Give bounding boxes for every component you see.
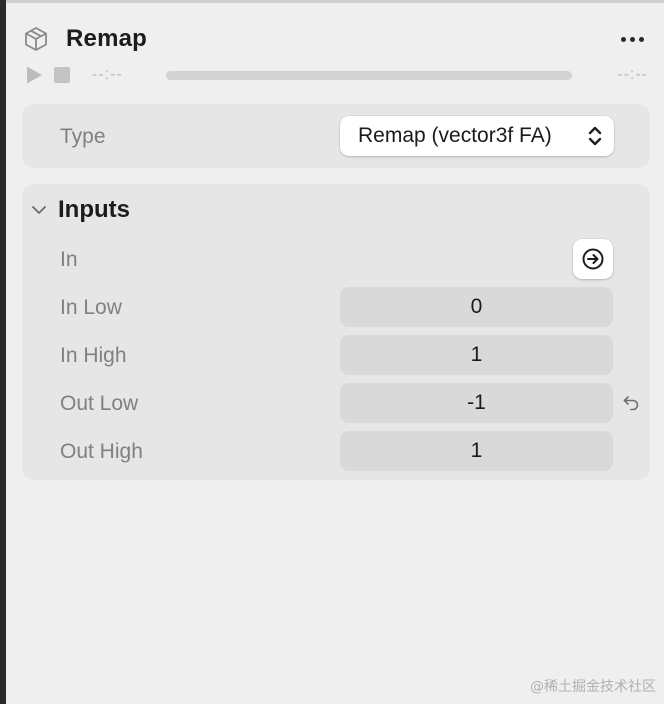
inputs-disclosure[interactable]: Inputs xyxy=(30,194,130,226)
param-row-in: In xyxy=(22,239,650,279)
time-start: --:-- xyxy=(92,66,123,83)
param-label: In High xyxy=(60,344,127,367)
param-row-out-high: Out High 1 xyxy=(22,431,650,471)
chevron-down-icon xyxy=(32,206,46,214)
in-high-field[interactable]: 1 xyxy=(340,335,613,375)
type-section: Type Remap (vector3f FA) xyxy=(22,104,650,168)
out-low-field[interactable]: -1 xyxy=(340,383,613,423)
param-label: Out Low xyxy=(60,392,139,415)
param-label: In Low xyxy=(60,296,122,319)
param-row-in-high: In High 1 xyxy=(22,335,650,375)
type-select-value: Remap (vector3f FA) xyxy=(358,124,552,147)
param-row-in-low: In Low 0 xyxy=(22,287,650,327)
inputs-title: Inputs xyxy=(58,196,130,223)
param-label: Out High xyxy=(60,440,143,463)
time-end: --:-- xyxy=(617,66,648,83)
type-label: Type xyxy=(60,125,106,148)
more-options-button[interactable] xyxy=(616,27,648,51)
ellipsis-icon xyxy=(620,36,626,42)
ellipsis-dot xyxy=(629,36,635,42)
play-icon[interactable] xyxy=(24,65,44,85)
type-select[interactable]: Remap (vector3f FA) xyxy=(340,116,614,156)
out-high-field[interactable]: 1 xyxy=(340,431,613,471)
arrow-right-circle-icon xyxy=(582,248,604,270)
stop-icon[interactable] xyxy=(54,67,70,83)
chevron-updown-icon xyxy=(588,126,602,146)
inspector-panel: Remap --:-- --:-- Type Remap (vector3f F… xyxy=(6,3,664,704)
connect-input-button[interactable] xyxy=(573,239,613,279)
inputs-section: Inputs In In Low 0 In High 1 Out Low -1 … xyxy=(22,184,650,480)
node-title: Remap xyxy=(66,25,148,52)
cube-icon xyxy=(25,27,47,51)
ellipsis-dot xyxy=(638,36,644,42)
playback-scrubber[interactable] xyxy=(166,70,572,80)
playback-bar: --:-- --:-- xyxy=(24,63,648,87)
node-header: Remap xyxy=(22,21,648,57)
undo-icon[interactable] xyxy=(622,393,640,411)
in-low-field[interactable]: 0 xyxy=(340,287,613,327)
watermark: @稀土掘金技术社区 xyxy=(530,679,656,695)
param-label: In xyxy=(60,248,78,271)
param-row-out-low: Out Low -1 xyxy=(22,383,650,423)
